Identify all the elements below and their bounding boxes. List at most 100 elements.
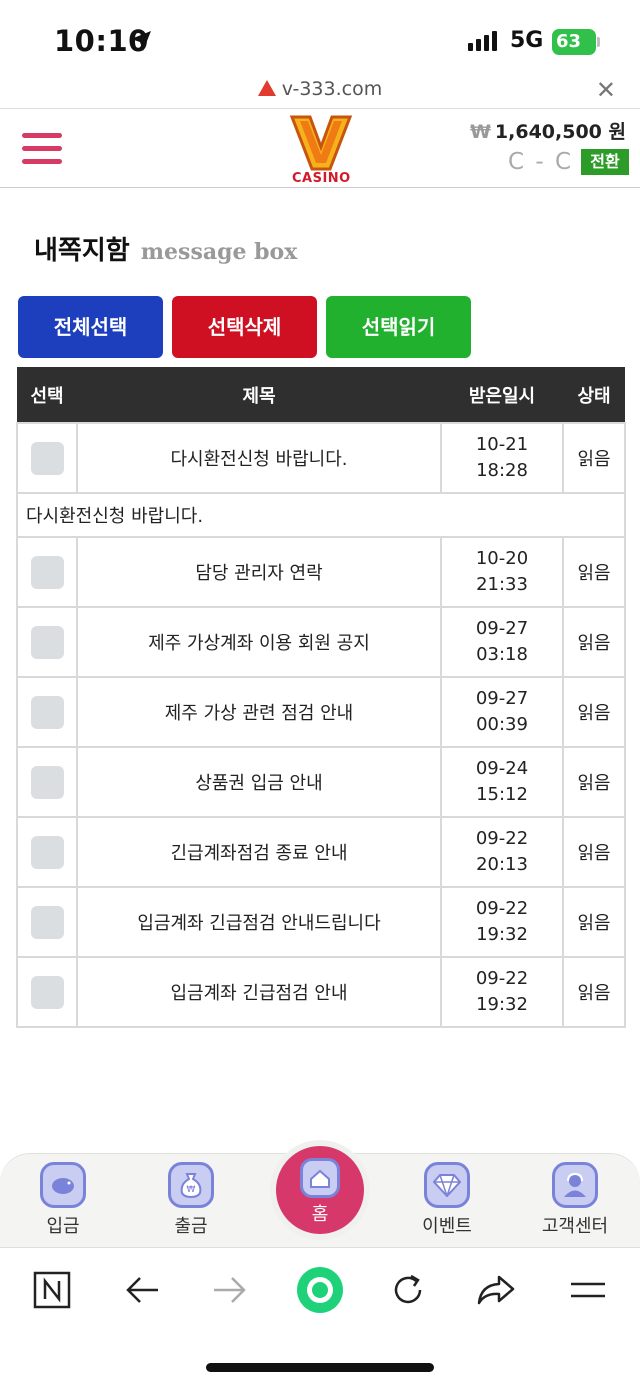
nav-withdraw[interactable]: ₩ 출금	[136, 1162, 246, 1238]
delete-selected-button[interactable]: 선택삭제	[172, 296, 317, 358]
forward-arrow-icon[interactable]	[208, 1268, 252, 1312]
page-subtitle: message box	[140, 239, 298, 265]
url-display[interactable]: v-333.com	[0, 78, 640, 100]
row-checkbox[interactable]	[30, 835, 64, 869]
row-date: 10-20 21:33	[440, 536, 564, 608]
table-row[interactable]: 상품권 입금 안내 09-24 15:12 읽음	[16, 746, 626, 818]
table-row[interactable]: 담당 관리자 연락 10-20 21:33 읽음	[16, 536, 626, 608]
row-date-day: 09-22	[475, 898, 529, 919]
cellular-signal-icon	[468, 31, 497, 51]
row-status: 읽음	[562, 422, 626, 494]
select-all-button[interactable]: 전체선택	[18, 296, 163, 358]
row-select-cell	[16, 886, 78, 958]
row-checkbox[interactable]	[30, 625, 64, 659]
casino-logo[interactable]: CASINO	[286, 113, 356, 187]
location-arrow-icon	[130, 30, 152, 56]
row-date-time: 00:39	[476, 714, 528, 735]
nav-home-label: 홈	[311, 1204, 329, 1225]
row-date-day: 10-20	[475, 548, 529, 569]
table-row[interactable]: 입금계좌 긴급점검 안내 09-22 19:32 읽음	[16, 956, 626, 1028]
row-checkbox[interactable]	[30, 905, 64, 939]
green-dot-icon[interactable]	[294, 1264, 346, 1316]
refresh-button[interactable]: C - C	[508, 149, 573, 175]
message-detail-row: 다시환전신청 바랍니다.	[16, 492, 626, 538]
row-checkbox[interactable]	[30, 555, 64, 589]
row-date-time: 19:32	[476, 924, 528, 945]
row-checkbox[interactable]	[30, 765, 64, 799]
back-arrow-icon[interactable]	[120, 1268, 164, 1312]
row-checkbox[interactable]	[30, 975, 64, 1009]
row-subject[interactable]: 담당 관리자 연락	[76, 536, 442, 608]
table-row[interactable]: 긴급계좌점검 종료 안내 09-22 20:13 읽음	[16, 816, 626, 888]
nav-event[interactable]: 이벤트	[392, 1162, 502, 1238]
row-checkbox[interactable]	[30, 695, 64, 729]
row-checkbox[interactable]	[30, 441, 64, 475]
read-selected-button[interactable]: 선택읽기	[326, 296, 471, 358]
table-row[interactable]: 입금계좌 긴급점검 안내드립니다 09-22 19:32 읽음	[16, 886, 626, 958]
table-row[interactable]: 제주 가상계좌 이용 회원 공지 09-27 03:18 읽음	[16, 606, 626, 678]
home-indicator	[206, 1363, 434, 1372]
logo-text: CASINO	[292, 171, 351, 186]
nav-home-button[interactable]: 홈	[270, 1140, 370, 1240]
row-date-time: 03:18	[476, 644, 528, 665]
home-icon	[300, 1158, 340, 1198]
warning-icon	[257, 80, 276, 96]
table-row[interactable]: 제주 가상 관련 점검 안내 09-27 00:39 읽음	[16, 676, 626, 748]
support-agent-icon	[552, 1162, 598, 1208]
menu-lines-icon[interactable]	[566, 1268, 610, 1312]
svg-text:₩: ₩	[187, 1185, 196, 1195]
nav-event-label: 이벤트	[422, 1216, 472, 1237]
header-select: 선택	[17, 367, 77, 423]
row-date: 09-22 20:13	[440, 816, 564, 888]
row-subject[interactable]: 제주 가상 관련 점검 안내	[76, 676, 442, 748]
row-date-time: 15:12	[476, 784, 528, 805]
balance-display: ₩1,640,500 원	[470, 117, 626, 144]
table-header-row: 선택 제목 받은일시 상태	[17, 367, 625, 423]
share-icon[interactable]	[474, 1268, 518, 1312]
row-select-cell	[16, 816, 78, 888]
row-subject[interactable]: 입금계좌 긴급점검 안내	[76, 956, 442, 1028]
row-subject[interactable]: 상품권 입금 안내	[76, 746, 442, 818]
nav-support[interactable]: 고객센터	[520, 1162, 630, 1238]
row-select-cell	[16, 606, 78, 678]
browser-url-bar[interactable]: v-333.com ✕	[0, 76, 640, 108]
row-select-cell	[16, 956, 78, 1028]
row-date-time: 19:32	[476, 994, 528, 1015]
page-title-korean: 내쪽지함	[34, 236, 130, 266]
row-date: 09-22 19:32	[440, 886, 564, 958]
battery-indicator: 63	[552, 29, 600, 55]
switch-button[interactable]: 전환	[581, 149, 629, 175]
row-date: 09-22 19:32	[440, 956, 564, 1028]
diamond-icon	[424, 1162, 470, 1208]
row-status: 읽음	[562, 746, 626, 818]
table-row[interactable]: 다시환전신청 바랍니다. 10-21 18:28 읽음	[16, 422, 626, 494]
menu-icon[interactable]	[22, 133, 62, 167]
row-select-cell	[16, 536, 78, 608]
row-date: 09-27 00:39	[440, 676, 564, 748]
row-status: 읽음	[562, 956, 626, 1028]
row-subject[interactable]: 긴급계좌점검 종료 안내	[76, 816, 442, 888]
row-date: 09-24 15:12	[440, 746, 564, 818]
url-text: v-333.com	[281, 78, 383, 100]
header-received: 받은일시	[441, 367, 563, 423]
row-subject[interactable]: 입금계좌 긴급점검 안내드립니다	[76, 886, 442, 958]
row-date-day: 09-27	[475, 688, 529, 709]
row-status: 읽음	[562, 536, 626, 608]
naver-n-icon[interactable]	[30, 1268, 74, 1312]
page-title: 내쪽지함 message box	[34, 230, 297, 267]
nav-support-label: 고객센터	[541, 1216, 609, 1237]
row-date: 09-27 03:18	[440, 606, 564, 678]
row-date-day: 09-27	[475, 618, 529, 639]
row-subject[interactable]: 제주 가상계좌 이용 회원 공지	[76, 606, 442, 678]
row-select-cell	[16, 746, 78, 818]
money-bag-icon: ₩	[168, 1162, 214, 1208]
row-subject[interactable]: 다시환전신청 바랍니다.	[76, 422, 442, 494]
reload-icon[interactable]	[386, 1268, 430, 1312]
row-status: 읽음	[562, 816, 626, 888]
nav-deposit[interactable]: 입금	[8, 1162, 118, 1238]
row-date-day: 09-22	[475, 968, 529, 989]
battery-level: 63	[556, 31, 582, 52]
row-status: 읽음	[562, 676, 626, 748]
row-status: 읽음	[562, 606, 626, 678]
close-icon[interactable]: ✕	[596, 76, 616, 104]
